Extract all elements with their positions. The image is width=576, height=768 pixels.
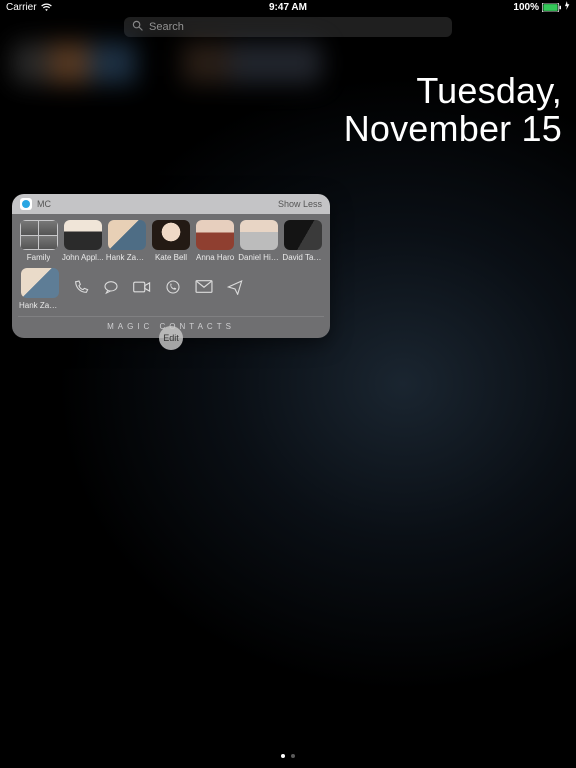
contact-daniel[interactable]: Daniel Hig...: [239, 220, 280, 262]
battery-icon: [542, 3, 562, 12]
avatar: [20, 220, 58, 250]
search-icon: [132, 18, 143, 36]
whatsapp-icon[interactable]: [165, 279, 181, 300]
avatar: [64, 220, 102, 250]
widget-app-icon: [20, 198, 32, 210]
avatar: [240, 220, 278, 250]
contact-name: Hank Zakr...: [106, 253, 148, 262]
contacts-row: Family John Appl... Hank Zakr... Kate Be…: [18, 220, 324, 262]
edit-button[interactable]: Edit: [159, 326, 183, 350]
contact-name: David Taylor: [282, 253, 324, 262]
contact-name: Family: [27, 253, 51, 262]
date-line1: Tuesday,: [344, 72, 562, 110]
magic-contacts-widget: MC Show Less Family John Appl... Hank Za…: [12, 194, 330, 338]
avatar: [284, 220, 322, 250]
contact-name: Anna Haro: [196, 253, 234, 262]
date-line2: November 15: [344, 110, 562, 148]
search-field[interactable]: [124, 17, 452, 37]
search-input[interactable]: [149, 21, 444, 33]
contact-name: Hank Zakr...: [19, 301, 61, 310]
widget-body: Family John Appl... Hank Zakr... Kate Be…: [12, 214, 330, 338]
battery-percentage: 100%: [513, 2, 539, 13]
video-icon[interactable]: [133, 280, 151, 299]
page-dot: [291, 754, 295, 758]
show-less-button[interactable]: Show Less: [278, 199, 322, 209]
contact-kate[interactable]: Kate Bell: [150, 220, 191, 262]
contact-john[interactable]: John Appl...: [62, 220, 103, 262]
date-display: Tuesday, November 15: [344, 72, 562, 148]
page-dot-active: [281, 754, 285, 758]
avatar: [108, 220, 146, 250]
avatar: [152, 220, 190, 250]
widget-header: MC Show Less: [12, 194, 330, 214]
status-bar: Carrier 9:47 AM 100%: [0, 0, 576, 14]
background-app-blur: [12, 42, 322, 84]
contact-hank[interactable]: Hank Zakr...: [106, 220, 147, 262]
email-icon[interactable]: [195, 280, 213, 298]
avatar: [21, 268, 59, 298]
contact-name: John Appl...: [62, 253, 104, 262]
contact-david[interactable]: David Taylor: [283, 220, 324, 262]
phone-icon[interactable]: [73, 279, 89, 300]
clock: 9:47 AM: [0, 2, 576, 13]
page-indicator[interactable]: [0, 754, 576, 758]
contact-name: Daniel Hig...: [238, 253, 280, 262]
share-icon[interactable]: [227, 279, 243, 300]
avatar: [196, 220, 234, 250]
selected-contact[interactable]: Hank Zakr...: [18, 268, 62, 310]
charging-icon: [565, 1, 570, 13]
message-icon[interactable]: [103, 279, 119, 300]
contact-actions-row: Hank Zakr...: [18, 268, 324, 310]
contact-anna[interactable]: Anna Haro: [195, 220, 236, 262]
contact-family[interactable]: Family: [18, 220, 59, 262]
contact-name: Kate Bell: [155, 253, 187, 262]
widget-app-name: MC: [37, 199, 278, 209]
